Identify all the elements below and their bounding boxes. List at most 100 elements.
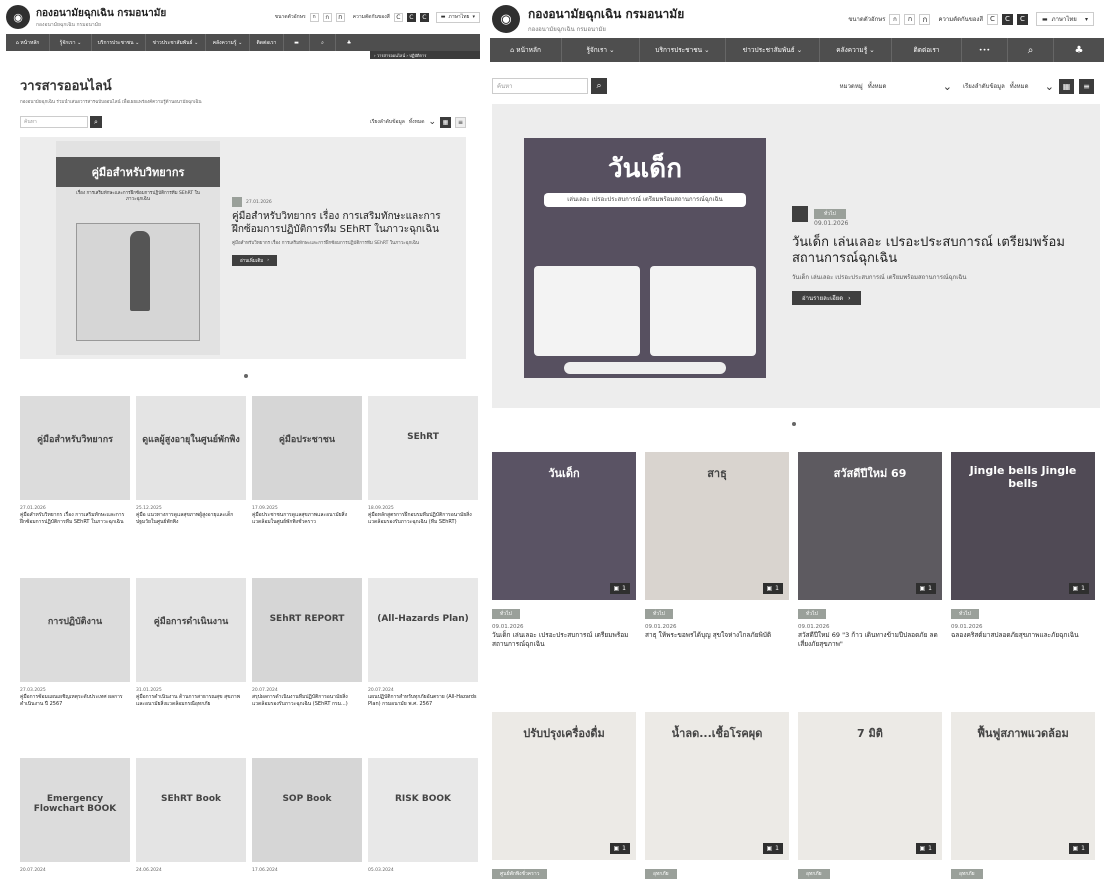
font-smaller-button[interactable]: ก [889,13,901,25]
list-view-icon[interactable]: ≡ [455,116,466,128]
hero-poster[interactable]: วันเด็ก เล่นเลอะ เปรอะประสบการณ์ เตรียมพ… [524,138,766,378]
card-title[interactable]: คู่มือการดำเนินงาน ด้านการสาธารณสุข สุขภ… [136,694,246,708]
nav-knowledge[interactable]: คลังความรู้ ⌄ [206,34,250,51]
hero-poster[interactable]: คู่มือสำหรับวิทยากร เรื่อง การเสริมทักษะ… [56,141,220,355]
card-thumbnail[interactable]: สวัสดีปีใหม่ 69 ▣ 1 [798,452,942,600]
card-title[interactable]: สรุปผลการดำเนินงานทีมปฏิบัติการอนามัยสิ่… [252,694,362,708]
card-thumbnail[interactable]: การปฏิบัติงาน [20,578,130,682]
contrast-normal-button[interactable]: C [987,13,998,25]
nav-news[interactable]: ข่าวประชาสัมพันธ์ ⌄ [146,34,206,51]
nav-about[interactable]: รู้จักเรา ⌄ [50,34,92,51]
card-thumbnail[interactable]: SEhRT [368,396,478,500]
card-title[interactable]: แผนปฏิบัติการสำหรับทุกภัยอันตราย (All-Ha… [368,694,478,708]
nav-knowledge[interactable]: คลังความรู้ ⌄ [820,38,892,62]
contrast-normal-button[interactable]: C [393,12,403,22]
sitemap-icon[interactable]: ♣ [1054,38,1104,62]
list-item[interactable]: SEhRT Book 24.06.2024 [136,758,246,874]
list-item[interactable]: SOP Book 17.06.2024 [252,758,362,874]
chevron-down-icon[interactable]: ⌄ [943,80,952,93]
card-thumbnail[interactable]: คู่มือการดำเนินงาน [136,578,246,682]
grid-view-icon[interactable]: ▦ [440,116,451,128]
card-thumbnail[interactable]: SEhRT Book [136,758,246,862]
search-icon[interactable]: ⌕ [310,34,336,51]
card-thumbnail[interactable]: (All-Hazards Plan) [368,578,478,682]
list-item[interactable]: Jingle bells Jingle bells ▣ 1 ทั่วไป 09.01.2… [951,452,1095,640]
nav-about[interactable]: รู้จักเรา ⌄ [562,38,640,62]
card-thumbnail[interactable]: ปรับปรุงเครื่องดื่ม ▣ 1 [492,712,636,860]
font-normal-button[interactable]: ก [322,12,332,22]
nav-services[interactable]: บริการประชาชน ⌄ [640,38,726,62]
nav-contact[interactable]: ติดต่อเรา [892,38,962,62]
list-item[interactable]: 7 มิติ ▣ 1 อุทกภัย [798,712,942,881]
read-more-button[interactable]: อ่านรายละเอียด › [792,291,861,306]
contrast-high-button[interactable]: C [1017,13,1028,25]
list-item[interactable]: สาธุ ▣ 1 ทั่วไป 09.01.2026 สาธุ ให้พระขอพรได้… [645,452,789,640]
language-select[interactable]: ▬ ภาษาไทย ▾ [435,11,480,23]
search-input[interactable]: ค้นหา [20,116,88,128]
card-title[interactable]: คู่มือประชาชนการดูแลสุขภาพและอนามัยสิ่งแ… [252,512,362,526]
card-thumbnail[interactable]: RISK BOOK [368,758,478,862]
logo-icon[interactable]: ◉ [492,5,520,33]
language-select[interactable]: ▬ ภาษาไทย ▾ [1036,12,1094,26]
font-larger-button[interactable]: ก [919,13,931,25]
card-thumbnail[interactable]: คู่มือสำหรับวิทยากร [20,396,130,500]
list-item[interactable]: น้ำลด...เชื้อโรคผุด ▣ 1 อุทกภัย [645,712,789,881]
card-title[interactable]: สาธุ ให้พระขอพรได้บุญ สุขใจห่างไกลภัยพิบ… [645,631,789,640]
card-title[interactable]: คู่มือหลักสูตรการฝึกอบรมทีมปฏิบัติการอนา… [368,512,478,526]
list-item[interactable]: ฟื้นฟูสภาพแวดล้อม ▣ 1 อุทกภัย [951,712,1095,881]
list-item[interactable]: วันเด็ก ▣ 1 ทั่วไป 09.01.2026 วันเด็ก เล่นเลอ… [492,452,636,649]
list-item[interactable]: RISK BOOK 05.03.2024 [368,758,478,874]
list-view-icon[interactable]: ≡ [1079,78,1094,94]
card-thumbnail[interactable]: SOP Book [252,758,362,862]
nav-news[interactable]: ข่าวประชาสัมพันธ์ ⌄ [726,38,820,62]
nav-contact[interactable]: ติดต่อเรา [250,34,284,51]
sort-select[interactable]: ทั้งหมด [409,118,425,126]
logo-icon[interactable]: ◉ [6,5,30,29]
list-item[interactable]: (All-Hazards Plan) 20.07.2024 แผนปฏิบัติกา… [368,578,478,708]
card-title[interactable]: วันเด็ก เล่นเลอะ เปรอะประสบการณ์ เตรียมพ… [492,631,636,649]
search-button[interactable]: ⌕ [591,78,607,94]
contrast-high-button[interactable]: C [419,12,429,22]
list-item[interactable]: SEhRT REPORT 20.07.2024 สรุปผลการดำเนินงาน… [252,578,362,708]
chevron-down-icon[interactable]: ⌄ [1045,80,1054,93]
hero-slide[interactable]: วันเด็ก เล่นเลอะ เปรอะประสบการณ์ เตรียมพ… [492,104,1100,408]
list-item[interactable]: คู่มือประชาชน 17.09.2025 คู่มือประชาชนการด… [252,396,362,526]
card-thumbnail[interactable]: คู่มือประชาชน [252,396,362,500]
card-thumbnail[interactable]: สาธุ ▣ 1 [645,452,789,600]
card-thumbnail[interactable]: SEhRT REPORT [252,578,362,682]
list-item[interactable]: ปรับปรุงเครื่องดื่ม ▣ 1 ศูนย์พักพิงชั่วคราว [492,712,636,881]
list-item[interactable]: สวัสดีปีใหม่ 69 ▣ 1 ทั่วไป 09.01.2026 สวัสดีป… [798,452,942,649]
card-thumbnail[interactable]: ฟื้นฟูสภาพแวดล้อม ▣ 1 [951,712,1095,860]
search-input[interactable]: ค้นหา [492,78,588,94]
search-icon[interactable]: ⌕ [1008,38,1054,62]
card-thumbnail[interactable]: 7 มิติ ▣ 1 [798,712,942,860]
hero-title[interactable]: คู่มือสำหรับวิทยากร เรื่อง การเสริมทักษะ… [232,211,452,236]
nav-services[interactable]: บริการประชาชน ⌄ [92,34,146,51]
card-thumbnail[interactable]: น้ำลด...เชื้อโรคผุด ▣ 1 [645,712,789,860]
search-button[interactable]: ⌕ [90,116,102,128]
chevron-down-icon[interactable]: ⌄ [428,117,436,127]
contrast-dark-button[interactable]: C [1002,13,1013,25]
hero-slide[interactable]: คู่มือสำหรับวิทยากร เรื่อง การเสริมทักษะ… [20,137,466,359]
sitemap-icon[interactable]: ♣ [336,34,362,51]
font-normal-button[interactable]: ก [904,13,916,25]
card-title[interactable]: คู่มือการซ้อมแผนเผชิญเหตุระดับประเทศ ผลก… [20,694,130,708]
card-thumbnail[interactable]: วันเด็ก ▣ 1 [492,452,636,600]
carousel-indicator[interactable] [244,374,248,378]
list-item[interactable]: การปฏิบัติงาน 27.03.2025 คู่มือการซ้อมแผนเ… [20,578,130,708]
read-more-button[interactable]: อ่านเพิ่มเติม › [232,254,278,266]
more-icon[interactable]: ••• [962,38,1008,62]
card-thumbnail[interactable]: Jingle bells Jingle bells ▣ 1 [951,452,1095,600]
grid-view-icon[interactable]: ▦ [1059,78,1074,94]
nav-home[interactable]: ⌂ หน้าหลัก [6,34,50,51]
font-smaller-button[interactable]: ก [309,12,319,22]
category-select[interactable]: ทั้งหมด [868,81,938,91]
list-item[interactable]: คู่มือสำหรับวิทยากร 27.01.2026 คู่มือสำหรั… [20,396,130,526]
card-title[interactable]: ฉลองคริสต์มาสปลอดภัยสุขภาพและภัยฉุกเฉิน [951,631,1095,640]
card-thumbnail[interactable]: ดูแลผู้สูงอายุในศูนย์พักพิง [136,396,246,500]
list-item[interactable]: SEhRT 18.09.2025 คู่มือหลักสูตรการฝึกอบรมท… [368,396,478,526]
list-item[interactable]: Emergency Flowchart BOOK 20.07.2024 [20,758,130,874]
nav-home[interactable]: ⌂ หน้าหลัก [490,38,562,62]
carousel-indicator[interactable] [792,422,796,426]
list-item[interactable]: คู่มือการดำเนินงาน 31.01.2025 คู่มือการดำเ… [136,578,246,708]
